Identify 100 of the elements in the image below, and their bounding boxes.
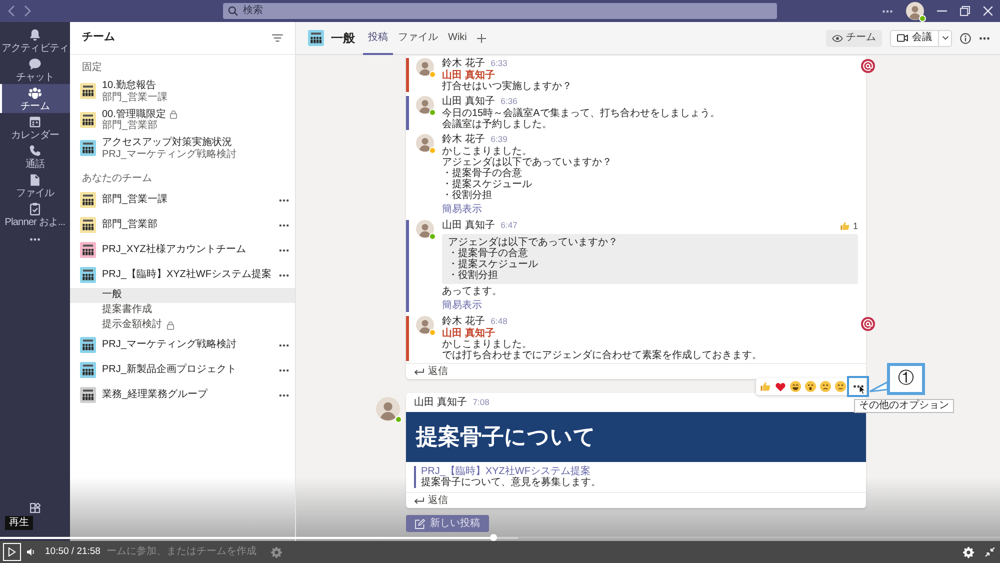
reply-button[interactable]: 返信 bbox=[414, 366, 448, 377]
team-name[interactable]: PRJ_新製品企画プロジェクト bbox=[102, 364, 273, 376]
more-icon[interactable] bbox=[29, 238, 41, 241]
message-text: ・提案スケジュール bbox=[442, 179, 533, 190]
plus-icon[interactable] bbox=[476, 34, 486, 42]
search-icon bbox=[228, 6, 238, 16]
message-text: アジェンダは以下であっていますか？ bbox=[448, 237, 619, 248]
team-name[interactable]: PRJ_【臨時】XYZ社WFシステム提案 bbox=[102, 269, 273, 281]
accent-bar bbox=[406, 96, 409, 130]
apps-icon[interactable] bbox=[30, 503, 40, 513]
back-icon[interactable] bbox=[8, 5, 15, 17]
app-bar-item[interactable]: ファイル bbox=[0, 171, 70, 200]
clipboard-check-icon bbox=[28, 202, 42, 216]
exit-fullscreen-icon[interactable] bbox=[985, 547, 995, 557]
channel-item[interactable]: 提案書作成 bbox=[70, 302, 295, 318]
neutral-face-icon[interactable] bbox=[835, 381, 846, 392]
close-icon[interactable] bbox=[983, 6, 993, 16]
tab[interactable]: 投稿 bbox=[363, 22, 393, 54]
new-post-button[interactable]: 新しい投稿 bbox=[406, 515, 489, 532]
channel-title: 一般 bbox=[331, 30, 355, 46]
channel-item[interactable]: 提示金額検討 bbox=[70, 318, 295, 332]
author-name: 山田 真知子 bbox=[442, 220, 495, 232]
team-name[interactable]: 部門_営業一課 bbox=[102, 194, 273, 206]
playback-time: 10:50 / 21:58 bbox=[45, 546, 100, 558]
step-callout: ① bbox=[887, 363, 925, 395]
app-bar-item[interactable]: チーム bbox=[0, 84, 70, 113]
team-name[interactable]: 部門_営業部 bbox=[102, 219, 273, 231]
author-name: 鈴木 花子 bbox=[442, 134, 485, 146]
team-button[interactable]: チーム bbox=[826, 30, 882, 46]
section-heading: 固定 bbox=[81, 60, 103, 75]
channel-name[interactable]: アクセスアップ対策実施状況 bbox=[102, 137, 232, 148]
play-button[interactable] bbox=[3, 543, 21, 561]
app-bar-item[interactable]: アクティビティ bbox=[0, 26, 70, 55]
settings-icon[interactable] bbox=[963, 546, 974, 558]
reply-arrow-icon bbox=[414, 496, 424, 504]
app-bar-item[interactable]: Planner およ... bbox=[0, 200, 70, 229]
more-icon[interactable] bbox=[279, 368, 289, 372]
channel-name[interactable]: 10.勤怠報告 bbox=[102, 80, 156, 92]
more-icon[interactable] bbox=[279, 248, 289, 252]
team-name[interactable]: PRJ_XYZ社様アカウントチーム bbox=[102, 244, 273, 256]
show-less-link[interactable]: 簡易表示 bbox=[442, 300, 482, 311]
more-icon[interactable] bbox=[979, 36, 990, 40]
avatar bbox=[376, 397, 400, 421]
message-text: ・提案スケジュール bbox=[448, 259, 539, 270]
thumbs-up-icon[interactable] bbox=[760, 381, 771, 392]
sad-face-icon[interactable] bbox=[820, 381, 831, 392]
progress-track[interactable] bbox=[0, 534, 1000, 541]
team-name[interactable]: PRJ_マーケティング戦略検討 bbox=[102, 339, 273, 351]
avatar bbox=[906, 2, 924, 20]
tab[interactable]: Wiki bbox=[443, 22, 472, 54]
video-camera-icon bbox=[897, 34, 908, 42]
more-icon[interactable] bbox=[279, 344, 289, 346]
message-text: かしこまりました。 bbox=[442, 146, 533, 157]
message-text: あってます。 bbox=[442, 286, 503, 297]
channel-link[interactable]: PRJ_【臨時】XYZ社WFシステム提案 bbox=[421, 466, 858, 477]
reply-button[interactable]: 返信 bbox=[414, 495, 448, 506]
highlight-frame bbox=[847, 376, 869, 397]
more-icon[interactable] bbox=[279, 224, 289, 226]
minimize-icon[interactable] bbox=[937, 10, 947, 12]
show-less-link[interactable]: 簡易表示 bbox=[442, 204, 482, 215]
message-time: 6:33 bbox=[490, 58, 508, 68]
more-icon[interactable] bbox=[882, 10, 893, 12]
meeting-button[interactable]: 会議 bbox=[890, 30, 939, 46]
message-text: ・役割分担 bbox=[442, 190, 493, 201]
avatar bbox=[416, 134, 434, 152]
file-icon bbox=[28, 172, 42, 186]
info-icon[interactable] bbox=[960, 32, 971, 44]
app-bar-item[interactable]: チャット bbox=[0, 55, 70, 84]
avatar bbox=[416, 96, 434, 114]
avatar bbox=[416, 316, 434, 334]
callout-pointer bbox=[869, 381, 888, 393]
message-text: ・役割分担 bbox=[448, 270, 499, 281]
section-heading: あなたのチーム bbox=[81, 172, 153, 186]
more-icon[interactable] bbox=[279, 274, 289, 276]
avatar bbox=[416, 220, 434, 238]
reply-arrow-icon bbox=[414, 368, 424, 376]
search-field[interactable]: 検索 bbox=[223, 3, 777, 19]
mention-text: 山田 真知子 bbox=[442, 70, 496, 81]
thumbs-up-icon bbox=[840, 221, 850, 232]
volume-icon[interactable] bbox=[27, 548, 35, 556]
app-bar-item[interactable]: カレンダー bbox=[0, 113, 70, 142]
dropdown-button[interactable] bbox=[939, 30, 952, 46]
message-text: かしこまりました。 bbox=[442, 339, 533, 350]
more-icon[interactable] bbox=[279, 198, 289, 202]
restore-icon[interactable] bbox=[960, 6, 970, 16]
team-name: PRJ_マーケティング戦略検討 bbox=[102, 148, 236, 160]
forward-icon[interactable] bbox=[24, 5, 31, 17]
tab[interactable]: ファイル bbox=[393, 22, 443, 54]
message-time: 7:08 bbox=[472, 396, 490, 408]
app-bar-item[interactable]: 通話 bbox=[0, 142, 70, 171]
heart-icon[interactable] bbox=[775, 381, 786, 392]
channel-item[interactable]: 一般 bbox=[70, 288, 295, 302]
channel-name[interactable]: 00.管理職限定 bbox=[102, 108, 166, 120]
author-name: 山田 真知子 bbox=[414, 397, 467, 409]
reaction-button[interactable]: 1 bbox=[840, 221, 858, 232]
laughing-face-icon[interactable] bbox=[790, 381, 801, 392]
team-name[interactable]: 業務_経理業務グループ bbox=[102, 389, 273, 401]
more-icon[interactable] bbox=[279, 394, 289, 396]
filter-icon[interactable] bbox=[272, 34, 283, 42]
surprised-face-icon[interactable] bbox=[805, 381, 816, 392]
